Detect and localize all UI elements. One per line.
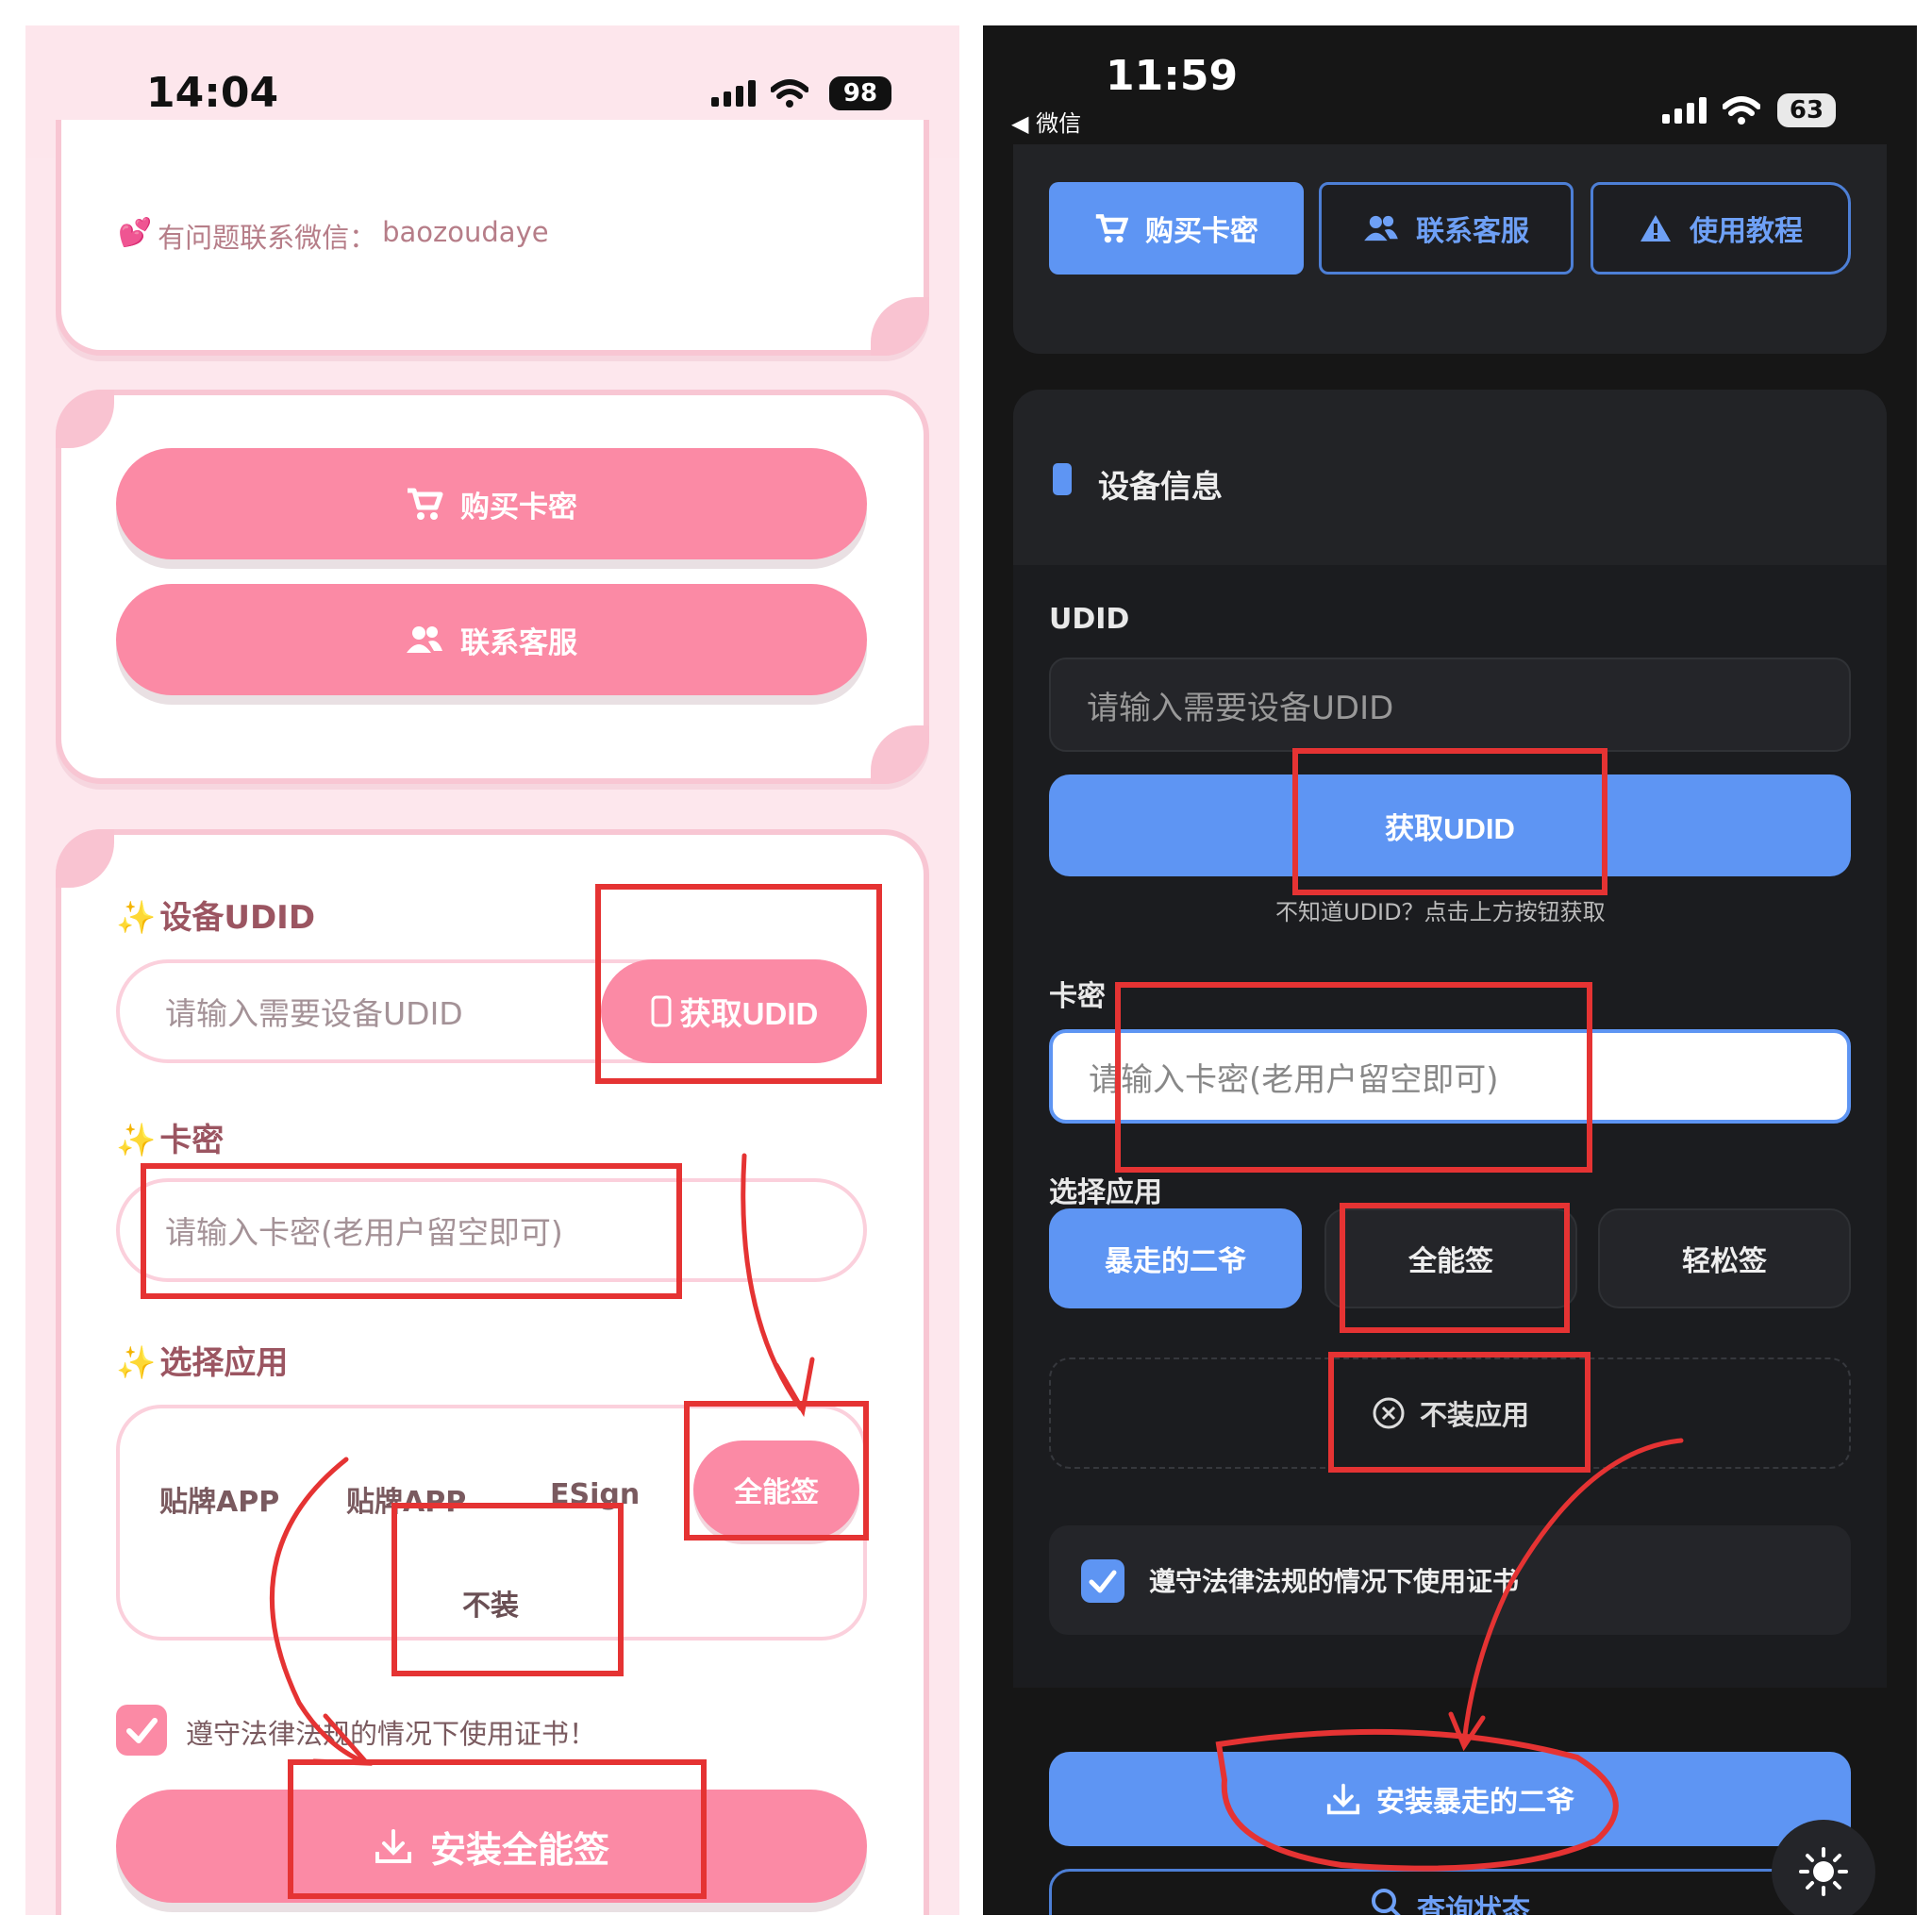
annotation-arrows — [1215, 1438, 1684, 1872]
pink-theme-screenshot: 14:04 98 💕 有问题联系微信： baozoudaye 购买卡密 联系客服 — [25, 25, 959, 1915]
annotation-arrows — [269, 1153, 815, 1766]
dark-theme-screenshot: 11:59 ◀ 微信 63 购买卡密 联系客服 使用教程 设备信息 UDID 请… — [983, 25, 1917, 1915]
